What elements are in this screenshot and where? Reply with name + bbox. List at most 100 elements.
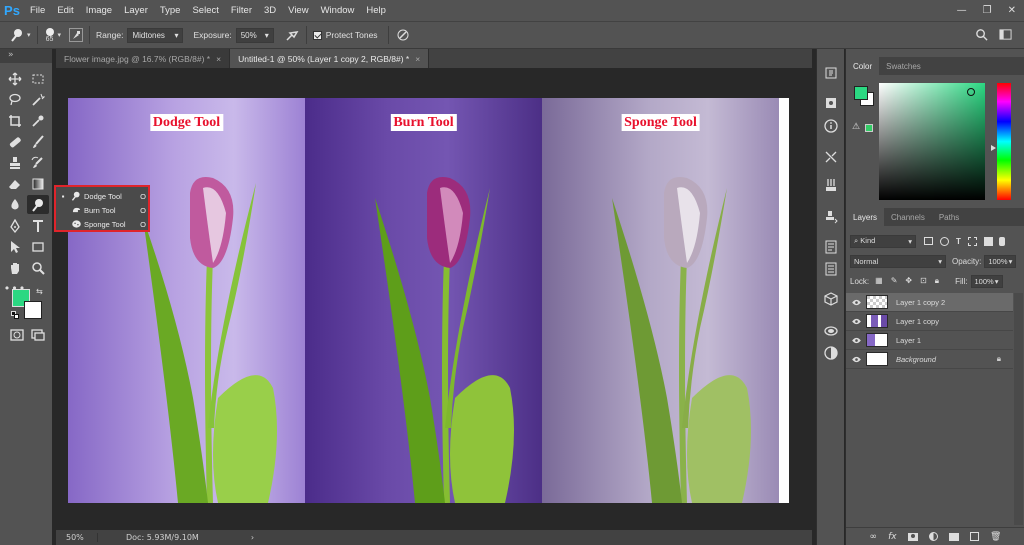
menu-filter[interactable]: Filter bbox=[225, 0, 258, 21]
brush-tool[interactable] bbox=[27, 132, 49, 151]
clone-stamp-tool[interactable] bbox=[4, 153, 26, 172]
menu-3d[interactable]: 3D bbox=[258, 0, 282, 21]
canvas-area[interactable]: Dodge Tool Burn Tool Sponge Tool bbox=[56, 68, 812, 530]
menu-select[interactable]: Select bbox=[186, 0, 224, 21]
pen-tool[interactable] bbox=[4, 216, 26, 235]
layer-row-layer-1[interactable]: Layer 1 bbox=[846, 331, 1013, 350]
add-mask-icon[interactable] bbox=[907, 532, 918, 541]
lock-transparent-pixels-icon[interactable]: ▦ bbox=[875, 276, 883, 286]
move-tool[interactable] bbox=[4, 69, 26, 88]
path-selection-tool[interactable] bbox=[4, 237, 26, 256]
new-group-icon[interactable] bbox=[948, 532, 959, 541]
menu-type[interactable]: Type bbox=[154, 0, 187, 21]
sponge-panel-image[interactable]: Sponge Tool bbox=[542, 98, 779, 503]
flyout-burn-tool[interactable]: Burn Tool O bbox=[58, 203, 148, 217]
layer-row-layer-1-copy-2[interactable]: Layer 1 copy 2 bbox=[846, 293, 1013, 312]
status-menu-arrow[interactable]: › bbox=[251, 533, 254, 542]
gamut-warning-icon[interactable]: ⚠ bbox=[852, 122, 860, 132]
menu-edit[interactable]: Edit bbox=[51, 0, 79, 21]
clone-source-button[interactable] bbox=[823, 209, 839, 225]
color-panel-foreground-swatch[interactable] bbox=[854, 86, 868, 100]
filter-toggle[interactable] bbox=[998, 236, 1005, 246]
chevron-down-icon[interactable]: ▾ bbox=[58, 31, 62, 39]
lock-all-icon[interactable]: 🔒︎ bbox=[935, 276, 939, 286]
airbrush-button[interactable] bbox=[284, 27, 300, 43]
hue-slider-handle[interactable] bbox=[991, 145, 996, 151]
healing-brush-tool[interactable] bbox=[4, 132, 26, 151]
character-panel-button[interactable] bbox=[823, 261, 839, 277]
brush-panel-button[interactable] bbox=[69, 28, 84, 42]
visibility-eye-icon[interactable] bbox=[846, 337, 866, 344]
burn-panel-image[interactable]: Burn Tool bbox=[305, 98, 542, 503]
hand-tool[interactable] bbox=[4, 258, 26, 277]
opacity-field[interactable]: 100% ▾ bbox=[984, 254, 1017, 268]
visibility-eye-icon[interactable] bbox=[846, 356, 866, 363]
close-tab-button[interactable]: × bbox=[216, 54, 221, 64]
fill-field[interactable]: 100% ▾ bbox=[970, 274, 1003, 288]
visibility-eye-icon[interactable] bbox=[846, 318, 866, 325]
background-color-swatch[interactable] bbox=[24, 301, 42, 319]
tab-untitled-1[interactable]: Untitled-1 @ 50% (Layer 1 copy 2, RGB/8#… bbox=[230, 49, 430, 68]
libraries-panel-button[interactable] bbox=[823, 323, 839, 339]
paragraph-panel-button[interactable] bbox=[823, 239, 839, 255]
menu-layer[interactable]: Layer bbox=[118, 0, 154, 21]
type-tool[interactable] bbox=[27, 216, 49, 235]
dodge-tool[interactable] bbox=[27, 195, 49, 214]
layer-filter-kind-select[interactable]: ⌕ Kind ▾ bbox=[850, 234, 916, 248]
tab-layers[interactable]: Layers bbox=[846, 208, 885, 226]
menu-image[interactable]: Image bbox=[80, 0, 118, 21]
brush-presets-button[interactable] bbox=[823, 177, 839, 193]
gradient-tool[interactable] bbox=[27, 174, 49, 193]
marquee-tool[interactable] bbox=[27, 69, 49, 88]
styles-panel-button[interactable] bbox=[823, 345, 839, 361]
pressure-size-button[interactable] bbox=[395, 27, 411, 43]
menu-file[interactable]: File bbox=[24, 0, 51, 21]
color-picker-field[interactable] bbox=[879, 83, 985, 200]
exposure-field[interactable]: 50% ▾ bbox=[235, 27, 274, 43]
tab-flower-image[interactable]: Flower image.jpg @ 16.7% (RGB/8#) * × bbox=[56, 49, 231, 68]
zoom-level[interactable]: 50% bbox=[56, 533, 98, 542]
default-colors-icon[interactable] bbox=[11, 311, 19, 319]
properties-panel-button[interactable] bbox=[823, 95, 839, 111]
close-tab-button[interactable]: × bbox=[415, 54, 420, 64]
3d-panel-button[interactable] bbox=[823, 291, 839, 307]
history-panel-button[interactable] bbox=[823, 65, 839, 81]
filter-pixel-layers-icon[interactable] bbox=[924, 236, 933, 245]
workspace-button[interactable] bbox=[999, 28, 1012, 43]
toolbar-grip[interactable]: » bbox=[0, 49, 52, 63]
layer-row-background[interactable]: Background 🔒︎ bbox=[846, 350, 1013, 369]
flyout-sponge-tool[interactable]: Sponge Tool O bbox=[58, 217, 148, 231]
menu-window[interactable]: Window bbox=[315, 0, 361, 21]
lasso-tool[interactable] bbox=[4, 90, 26, 109]
document-canvas[interactable]: Dodge Tool Burn Tool Sponge Tool bbox=[68, 98, 789, 503]
eraser-tool[interactable] bbox=[4, 174, 26, 193]
delete-layer-icon[interactable]: 🗑︎ bbox=[990, 532, 1001, 542]
flyout-dodge-tool[interactable]: ▪ Dodge Tool O bbox=[58, 189, 148, 203]
restore-button[interactable]: ❐ bbox=[983, 5, 992, 16]
lock-position-icon[interactable]: ✥ bbox=[905, 276, 912, 286]
layer-style-button[interactable]: fx bbox=[888, 532, 897, 542]
brush-size-picker[interactable]: 65 bbox=[45, 27, 54, 43]
filter-type-layers-icon[interactable]: T bbox=[956, 237, 961, 246]
visibility-eye-icon[interactable] bbox=[846, 299, 866, 306]
hue-slider[interactable] bbox=[997, 83, 1011, 200]
link-layers-icon[interactable]: ∞ bbox=[870, 532, 878, 542]
tab-paths[interactable]: Paths bbox=[932, 208, 966, 226]
lock-image-pixels-icon[interactable]: ✎ bbox=[891, 276, 898, 286]
magic-wand-tool[interactable] bbox=[27, 90, 49, 109]
new-layer-icon[interactable] bbox=[969, 532, 979, 541]
crop-tool[interactable] bbox=[4, 111, 26, 130]
blur-tool[interactable] bbox=[4, 195, 26, 214]
filter-adjustment-layers-icon[interactable] bbox=[940, 236, 949, 246]
tool-preset-picker[interactable]: ▾ bbox=[10, 28, 31, 42]
info-panel-button[interactable] bbox=[823, 118, 839, 134]
filter-smart-objects-icon[interactable] bbox=[983, 236, 993, 246]
menu-view[interactable]: View bbox=[282, 0, 314, 21]
minimize-button[interactable]: — bbox=[957, 5, 967, 16]
zoom-tool[interactable] bbox=[27, 258, 49, 277]
web-safe-swatch[interactable] bbox=[865, 124, 873, 132]
search-button[interactable] bbox=[975, 28, 988, 43]
history-brush-tool[interactable] bbox=[27, 153, 49, 172]
range-select[interactable]: Midtones ▾ bbox=[127, 27, 184, 43]
adjustment-layer-icon[interactable] bbox=[928, 532, 938, 541]
